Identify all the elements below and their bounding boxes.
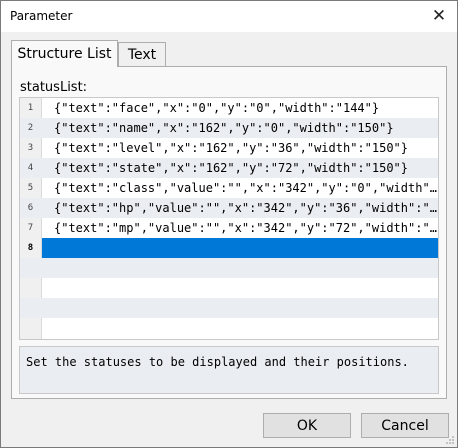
- empty-row: [20, 258, 438, 278]
- line-number: 1: [27, 103, 34, 113]
- list-item[interactable]: 2 {"text":"name","x":"162","y":"0","widt…: [20, 118, 438, 138]
- empty-row: [20, 318, 438, 338]
- list-label: statusList:: [20, 80, 88, 95]
- description-box: Set the statuses to be displayed and the…: [19, 346, 439, 394]
- list-item[interactable]: 6 {"text":"hp","value":"","x":"342","y":…: [20, 198, 438, 218]
- list-item-text: {"text":"state","x":"162","y":"72","widt…: [54, 161, 409, 175]
- selection-highlight: [42, 238, 438, 258]
- tab-text[interactable]: Text: [118, 42, 166, 67]
- empty-row: [20, 298, 438, 318]
- list-item-text: {"text":"name","x":"162","y":"0","width"…: [54, 121, 394, 135]
- list-item-text: {"text":"class","value":"","x":"342","y"…: [54, 181, 438, 195]
- structure-list[interactable]: 1 {"text":"face","x":"0","y":"0","width"…: [19, 97, 439, 340]
- list-item-selected[interactable]: 8: [20, 238, 438, 258]
- parameter-dialog: Parameter ✕ Structure List Text statusLi…: [0, 0, 458, 448]
- list-item[interactable]: 3 {"text":"level","x":"162","y":"36","wi…: [20, 138, 438, 158]
- empty-row: [20, 278, 438, 298]
- list-item[interactable]: 5 {"text":"class","value":"","x":"342","…: [20, 178, 438, 198]
- ok-button[interactable]: OK: [263, 413, 351, 438]
- list-item-text: {"text":"level","x":"162","y":"36","widt…: [54, 141, 409, 155]
- line-number: 2: [27, 123, 34, 133]
- line-number: 7: [27, 223, 34, 233]
- line-number: 8: [27, 243, 34, 253]
- list-item-text: {"text":"face","x":"0","y":"0","width":"…: [54, 101, 380, 115]
- resize-grip-icon[interactable]: [445, 435, 455, 445]
- description-text: Set the statuses to be displayed and the…: [26, 355, 409, 369]
- window-title: Parameter: [10, 9, 73, 23]
- list-item-text: {"text":"mp","value":"","x":"342","y":"7…: [54, 221, 438, 235]
- list-item[interactable]: 7 {"text":"mp","value":"","x":"342","y":…: [20, 218, 438, 238]
- list-item-text: {"text":"hp","value":"","x":"342","y":"3…: [54, 201, 438, 215]
- tab-structure-list[interactable]: Structure List: [11, 40, 118, 67]
- line-number: 4: [27, 163, 34, 173]
- line-number: 6: [27, 203, 34, 213]
- line-number: 5: [27, 183, 34, 193]
- cancel-button[interactable]: Cancel: [361, 413, 449, 438]
- list-item[interactable]: 4 {"text":"state","x":"162","y":"72","wi…: [20, 158, 438, 178]
- list-item[interactable]: 1 {"text":"face","x":"0","y":"0","width"…: [20, 98, 438, 118]
- title-bar: Parameter ✕: [1, 1, 457, 32]
- line-number: 3: [27, 143, 34, 153]
- close-icon[interactable]: ✕: [427, 5, 451, 27]
